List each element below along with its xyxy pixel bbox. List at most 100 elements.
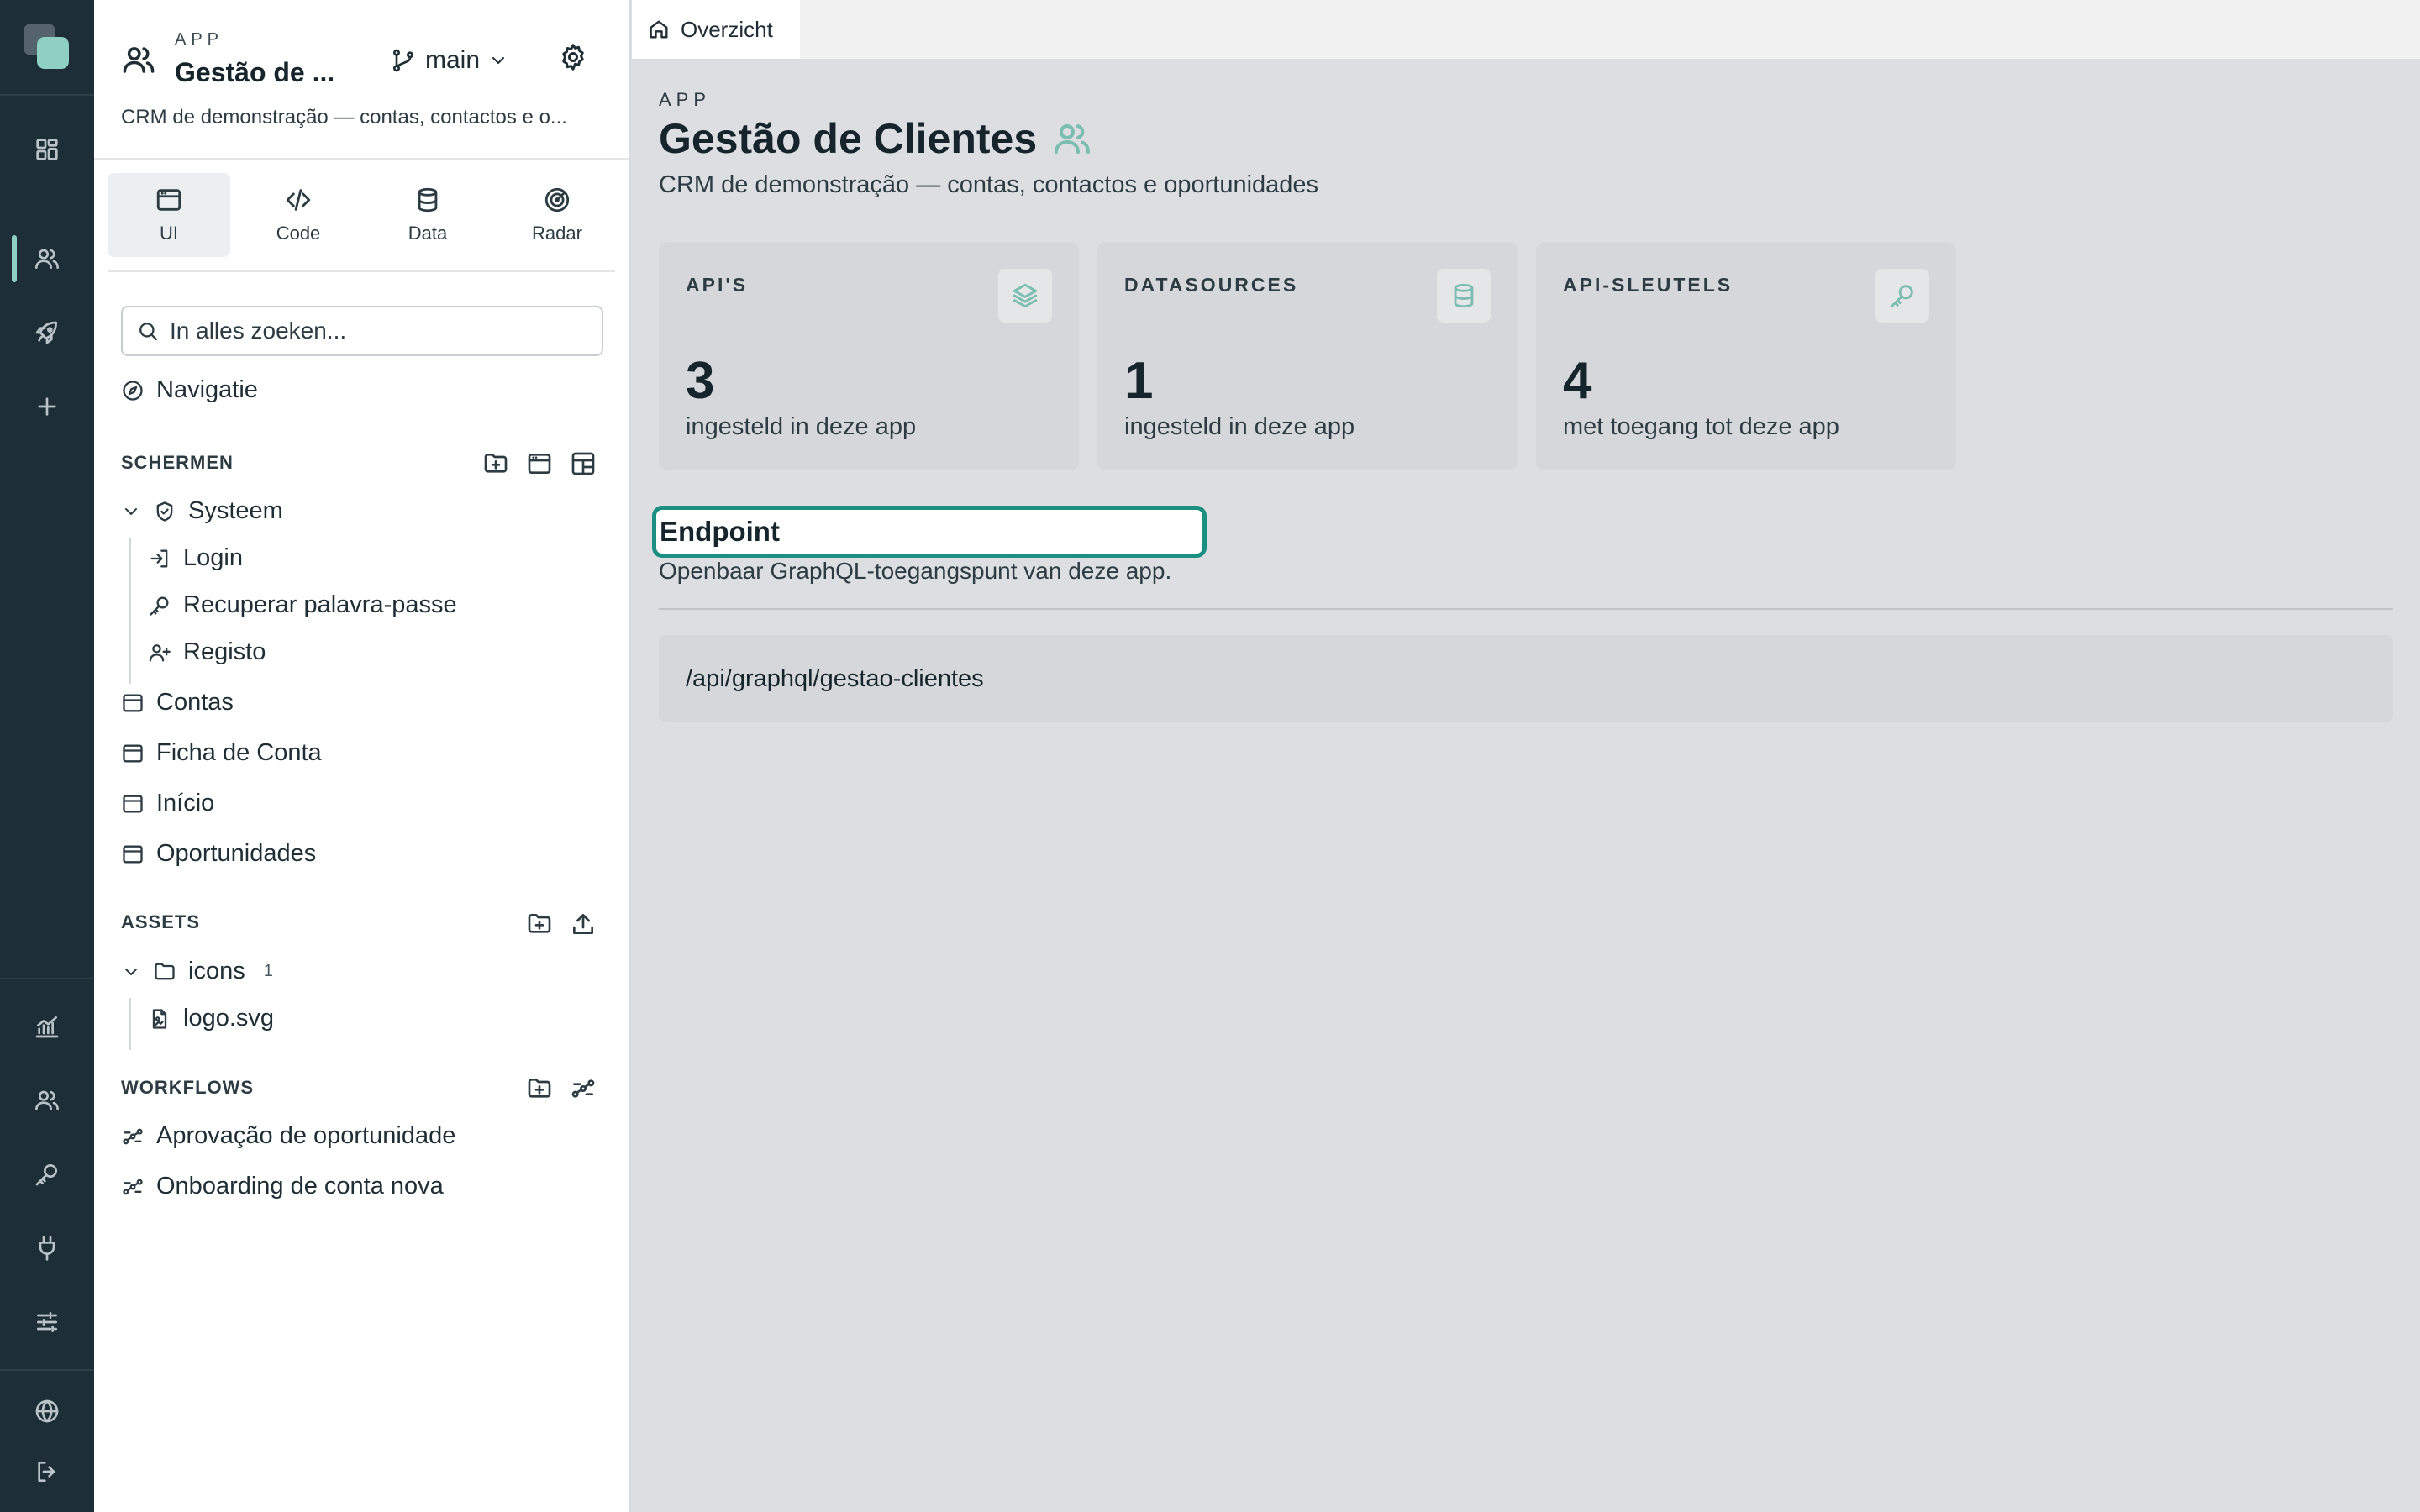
rail-logout-button[interactable] — [27, 1452, 67, 1492]
new-screen-button[interactable] — [523, 447, 556, 480]
radar-icon — [544, 187, 570, 213]
tree-folder-system[interactable]: Systeem — [121, 497, 283, 525]
home-icon — [650, 20, 668, 39]
tree-item-label: Ficha de Conta — [156, 739, 322, 766]
stat-card-api-keys[interactable]: API-SLEUTELS 4 met toegang tot deze app — [1536, 242, 1956, 470]
tab-radar[interactable]: Radar — [496, 173, 618, 257]
new-layout-button[interactable] — [566, 447, 600, 480]
rail-keys-button[interactable] — [27, 1154, 67, 1194]
rail-divider — [0, 1369, 94, 1371]
app-description: CRM de demonstração — contas, contactos … — [121, 106, 567, 129]
tree-item-label: Registo — [183, 638, 266, 665]
tab-label: Overzicht — [681, 16, 773, 42]
folder-icon — [155, 963, 175, 979]
page-title: Gestão de Clientes — [659, 114, 1092, 163]
tree-item-recover-password[interactable]: Recuperar palavra-passe — [148, 591, 457, 619]
stat-card-apis[interactable]: API'S 3 ingesteld in deze app — [659, 242, 1079, 470]
endpoint-description: Openbaar GraphQL-toegangspunt van deze a… — [659, 558, 1172, 584]
tab-bar — [632, 0, 2420, 59]
tree-item-screen[interactable]: Ficha de Conta — [121, 739, 322, 767]
window-icon — [123, 845, 143, 863]
new-workflow-button[interactable] — [566, 1072, 600, 1105]
overview-content: APP Gestão de Clientes CRM de demonstraç… — [632, 59, 2420, 1512]
workflow-item[interactable]: Onboarding de conta nova — [121, 1173, 444, 1200]
stat-label: API-SLEUTELS — [1563, 274, 1733, 296]
folder-plus-icon — [528, 914, 551, 933]
globe-icon — [35, 1399, 59, 1423]
new-screen-folder-button[interactable] — [479, 447, 513, 480]
rail-settings-button[interactable] — [27, 1302, 67, 1342]
login-icon — [150, 549, 168, 567]
rail-deploy-button[interactable] — [27, 312, 67, 353]
rail-apps-button[interactable] — [27, 239, 67, 279]
rail-integrations-button[interactable] — [27, 1228, 67, 1268]
tree-item-file[interactable]: logo.svg — [148, 1005, 274, 1032]
divider — [108, 270, 615, 272]
app-settings-button[interactable] — [558, 42, 592, 76]
window-icon — [528, 454, 551, 474]
branch-selector[interactable]: main — [390, 44, 508, 77]
stat-caption: met toegang tot deze app — [1563, 413, 1839, 440]
stat-label: API'S — [686, 274, 749, 296]
users-icon — [35, 249, 59, 269]
screens-section-title: SCHERMEN — [121, 452, 234, 473]
tab-code[interactable]: Code — [237, 173, 360, 257]
upload-asset-button[interactable] — [566, 907, 600, 941]
database-icon — [1437, 269, 1491, 323]
logo[interactable] — [24, 24, 71, 71]
rail-users-button[interactable] — [27, 1080, 67, 1121]
app-title: Gestão de ... — [175, 57, 335, 87]
key-icon — [1876, 269, 1929, 323]
tree-item-register[interactable]: Registo — [148, 638, 266, 666]
plug-icon — [39, 1236, 55, 1261]
rocket-icon — [35, 321, 57, 344]
tab-label: UI — [160, 223, 178, 244]
tree-item-label: Oportunidades — [156, 840, 317, 867]
plus-icon — [38, 397, 56, 416]
folder-count: 1 — [263, 962, 273, 980]
tree-item-screen[interactable]: Oportunidades — [121, 840, 316, 868]
code-icon — [286, 189, 311, 211]
tab-label: Code — [276, 223, 321, 244]
tree-item-label: Início — [156, 790, 215, 816]
tree-item-label: Login — [183, 544, 243, 571]
stat-card-datasources[interactable]: DATASOURCES 1 ingesteld in deze app — [1097, 242, 1518, 470]
tree-item-login[interactable]: Login — [148, 544, 243, 572]
logout-icon — [38, 1462, 55, 1482]
folder-plus-icon — [484, 454, 508, 473]
tab-overview[interactable]: Overzicht — [632, 0, 800, 59]
dashboard-icon — [36, 139, 58, 160]
endpoint-path[interactable]: /api/graphql/gestao-clientes — [659, 635, 2393, 722]
rail-analytics-button[interactable] — [27, 1006, 67, 1047]
new-asset-folder-button[interactable] — [523, 907, 556, 941]
window-icon — [156, 189, 182, 211]
search-input[interactable] — [170, 318, 573, 344]
tree-folder-icons[interactable]: icons 1 — [121, 958, 273, 985]
chevron-down-icon — [492, 57, 505, 64]
shield-icon — [156, 501, 173, 522]
tab-data[interactable]: Data — [366, 173, 489, 257]
rail-divider — [0, 94, 94, 96]
rail-language-button[interactable] — [27, 1391, 67, 1431]
navigation-item[interactable]: Navigatie — [121, 376, 258, 404]
tree-item-screen[interactable]: Início — [121, 790, 214, 817]
new-workflow-folder-button[interactable] — [523, 1072, 556, 1105]
rail-dashboard-button[interactable] — [27, 129, 67, 170]
window-icon — [123, 795, 143, 812]
rail-divider — [0, 978, 94, 979]
tab-ui[interactable]: UI — [108, 173, 230, 257]
git-branch-icon — [393, 49, 413, 72]
workflow-icon — [571, 1079, 595, 1098]
upload-icon — [573, 914, 593, 934]
stat-caption: ingesteld in deze app — [686, 413, 917, 440]
endpoint-heading[interactable]: Endpoint — [652, 506, 1207, 558]
page-description: CRM de demonstração — contas, contactos … — [659, 171, 1319, 198]
search-icon — [139, 323, 158, 341]
chart-icon — [35, 1016, 59, 1038]
stat-value: 1 — [1124, 352, 1154, 410]
chevron-down-icon — [125, 968, 137, 975]
rail-add-button[interactable] — [27, 386, 67, 427]
tree-item-screen[interactable]: Contas — [121, 689, 234, 717]
workflow-item[interactable]: Aprovação de oportunidade — [121, 1122, 455, 1150]
folder-label: Systeem — [188, 497, 283, 524]
